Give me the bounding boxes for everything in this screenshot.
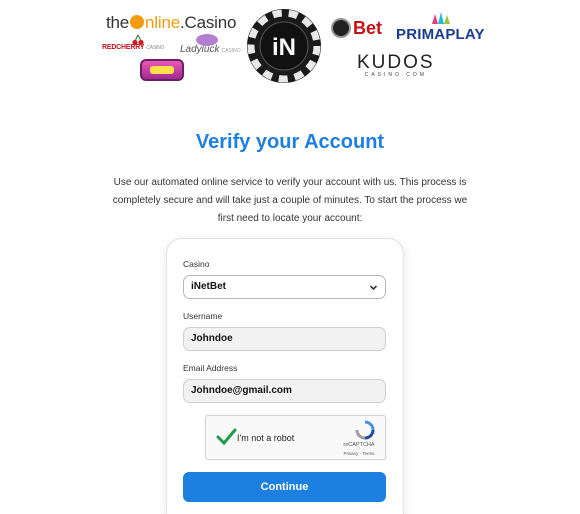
logo-text: the [106, 13, 130, 32]
inetbet-chip-icon [331, 18, 351, 38]
partner-logos: the nline.Casino REDCHERRY CASINO Ladyluck… [0, 0, 580, 100]
kudos-logo: KUDOS CASINO.COM [357, 52, 435, 78]
casino-select-value: iNetBet [191, 281, 227, 292]
username-input[interactable]: Johndoe [183, 327, 386, 351]
recaptcha-label: I'm not a robot [237, 433, 295, 443]
verify-form-card: Casino iNetBet Username Johndoe Email Ad… [166, 238, 404, 514]
casino-label: Casino [183, 259, 210, 269]
logo-text: KUDOS [357, 52, 435, 73]
logo-text: Ladyluck [180, 44, 220, 55]
chip-icon: iN [247, 9, 321, 83]
logo-subtext: CASINO [146, 45, 165, 51]
logo-text: .Casino [179, 13, 237, 32]
ladyluck-logo: Ladyluck CASINO [180, 34, 241, 55]
casino-select[interactable]: iNetBet [183, 275, 386, 299]
username-label: Username [183, 311, 223, 321]
logo-text: nline [145, 13, 180, 32]
page-title: Verify your Account [195, 131, 385, 153]
recaptcha-brand: reCAPTCHA [343, 442, 375, 448]
recaptcha-widget[interactable]: I'm not a robot reCAPTCHA Privacy - Term… [205, 415, 386, 460]
casino-badge-logo [140, 59, 184, 81]
email-label: Email Address [183, 363, 238, 373]
cherry-icon [132, 34, 144, 46]
red-cherry-logo: REDCHERRY CASINO [102, 34, 165, 51]
logo-subtext: CASINO.COM [364, 72, 427, 78]
intro-text: Use our automated online service to veri… [112, 177, 468, 224]
continue-button[interactable]: Continue [183, 472, 386, 502]
logo-subtext: CASINO [221, 48, 241, 54]
inetbet-logo: Bet [331, 18, 382, 39]
chip-text: iN [272, 34, 296, 61]
online-casino-logo: the nline.Casino [106, 13, 236, 33]
chevron-down-icon [369, 285, 378, 291]
coin-icon [130, 15, 145, 29]
recaptcha-icon [355, 420, 375, 440]
lips-icon [196, 34, 218, 46]
stars-icon [432, 12, 450, 24]
primaplay-logo: PRIMAPLAY [396, 12, 485, 43]
logo-text: Bet [353, 18, 383, 38]
logo-text: PRIMAPLAY [396, 26, 485, 43]
checkmark-icon[interactable] [215, 426, 237, 448]
recaptcha-links[interactable]: Privacy - Terms [339, 451, 379, 456]
email-input[interactable]: Johndoe@gmail.com [183, 379, 386, 403]
